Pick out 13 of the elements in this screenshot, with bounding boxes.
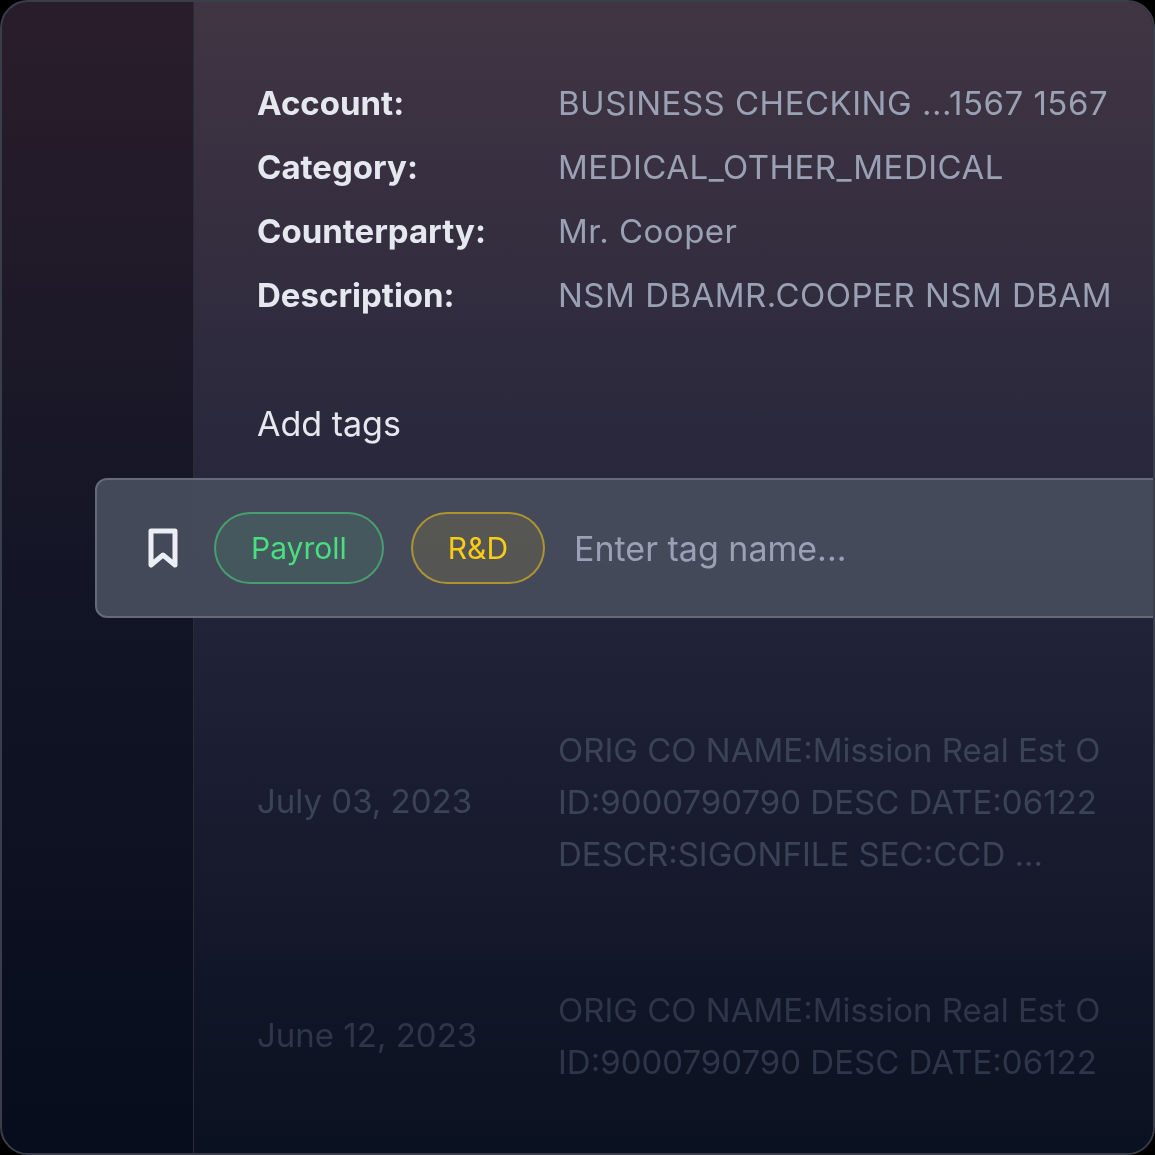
bookmark-icon xyxy=(147,527,179,569)
tag-chip[interactable]: Payroll xyxy=(214,512,384,584)
tag-name-input[interactable]: Enter tag name... xyxy=(574,522,1153,574)
field-label: Counterparty: xyxy=(257,210,487,254)
field-value: MEDICAL_OTHER_MEDICAL xyxy=(558,146,1004,190)
field-value: Mr. Cooper xyxy=(558,210,738,254)
field-label: Account: xyxy=(257,82,406,126)
tag-chip[interactable]: R&D xyxy=(410,512,546,584)
field-value: NSM DBAMR.COOPER NSM DBAM xyxy=(558,274,1113,318)
field-value: BUSINESS CHECKING ...1567 1567 xyxy=(558,82,1109,126)
field-label: Category: xyxy=(257,146,419,190)
section-title: Add tags xyxy=(257,401,401,446)
field-label: Description: xyxy=(257,274,456,318)
